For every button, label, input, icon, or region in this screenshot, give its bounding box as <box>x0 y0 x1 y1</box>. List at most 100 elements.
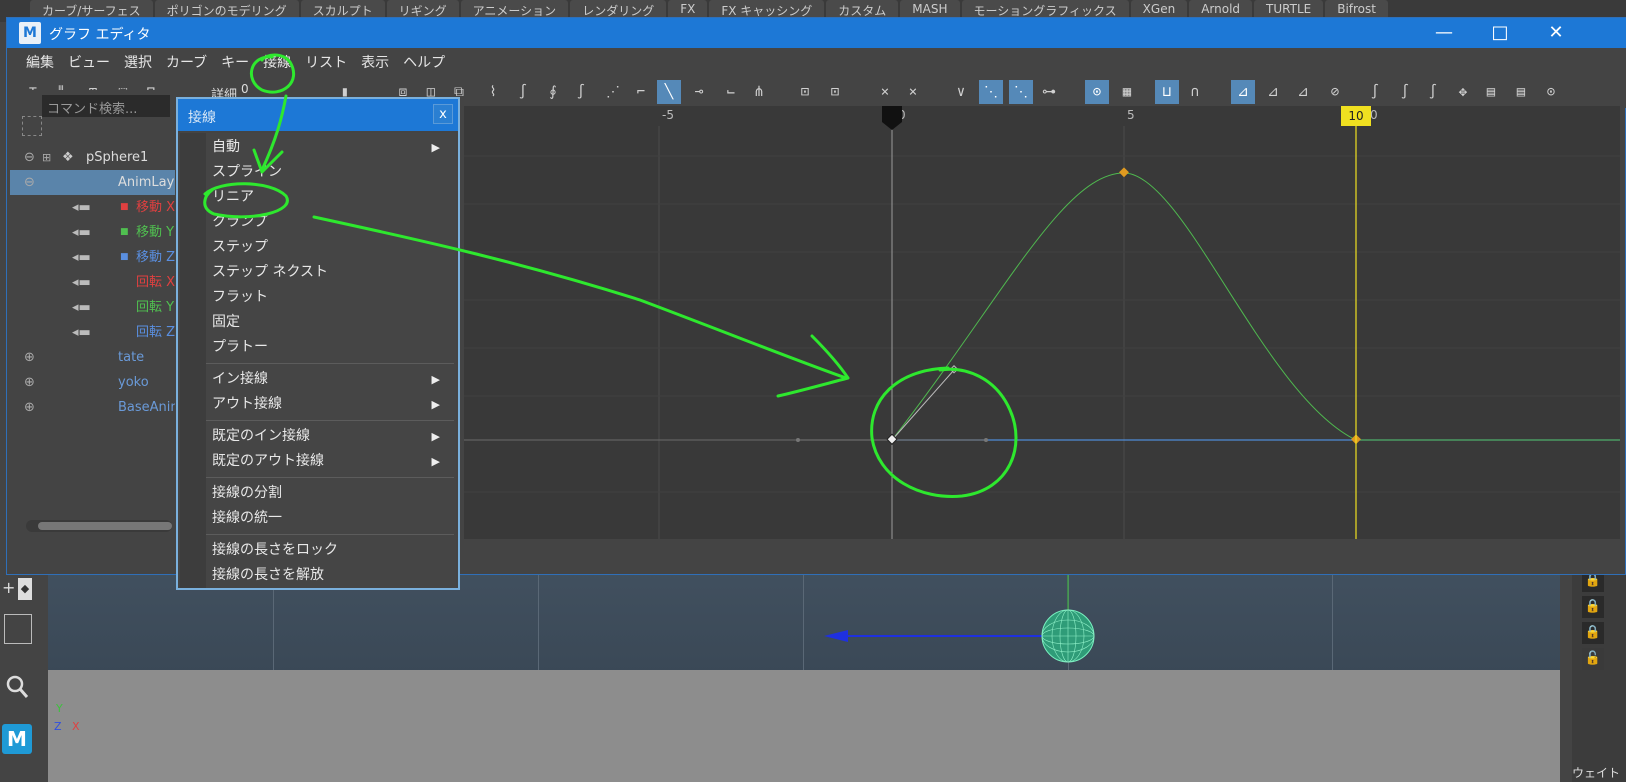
buffer-out-icon[interactable]: ⊡ <box>823 80 847 104</box>
weighted-icon[interactable]: ∨ <box>949 80 973 104</box>
menu-item-clamped[interactable]: クランプ <box>212 210 452 235</box>
menu-item-free-length[interactable]: 接線の長さを解放 <box>212 563 452 588</box>
menu-item-flat[interactable]: フラット <box>212 285 452 310</box>
menu-item-lock-length[interactable]: 接線の長さをロック <box>212 538 452 563</box>
menu-separator <box>206 534 454 535</box>
menu-item-step-next[interactable]: ステップ ネクスト <box>212 260 452 285</box>
buffer-in-icon[interactable]: ⊡ <box>793 80 817 104</box>
window-titlebar[interactable]: M グラフ エディタ — □ ✕ <box>7 18 1626 48</box>
normalize-icon[interactable]: ⊿ <box>1261 80 1285 104</box>
menu-item-default-in[interactable]: 既定のイン接線 ▶ <box>212 424 452 449</box>
menu-item-auto[interactable]: 自動 ▶ <box>212 135 452 160</box>
unlock-tangent-icon[interactable]: ⨯ <box>901 80 925 104</box>
close-button[interactable]: ✕ <box>1531 20 1581 46</box>
stacked-view-icon[interactable]: ⊿ <box>1231 80 1255 104</box>
menu-keys[interactable]: キー <box>214 48 256 74</box>
tangent-clamped-icon[interactable]: ∮ <box>541 80 565 104</box>
menu-item-plateau[interactable]: プラトー <box>212 335 452 360</box>
curve-svg <box>464 106 1620 539</box>
menu-item-in-tangent[interactable]: イン接線 ▶ <box>212 367 452 392</box>
loop-icon[interactable]: ∩ <box>1183 80 1207 104</box>
filter-icon[interactable] <box>22 116 42 136</box>
outliner-icon[interactable] <box>4 614 32 644</box>
weight-label: ウェイト <box>1572 766 1621 780</box>
outliner-row[interactable]: ⊖ AnimLay <box>10 170 175 195</box>
snap-value-icon[interactable]: ⋱ <box>1009 80 1033 104</box>
graph-pin-icon[interactable]: ⊘ <box>1323 80 1347 104</box>
menubar: 編集 ビュー 選択 カーブ キー 接線 リスト 表示 ヘルプ <box>7 48 1626 74</box>
menu-item-label: イン接線 <box>212 371 268 387</box>
channel-box-panel: 🔒 🔒 🔒 🔓 ウェイト <box>1572 560 1626 782</box>
unlock-icon[interactable]: 🔓 <box>1582 648 1604 670</box>
tangent-auto-icon[interactable]: ⌇ <box>481 80 505 104</box>
command-search-input[interactable]: コマンド検索... <box>42 95 170 117</box>
trax-icon[interactable]: ▤ <box>1509 80 1533 104</box>
menu-header[interactable]: 接線 x <box>178 99 458 131</box>
tangent-linear-icon[interactable]: ∫ <box>569 80 593 104</box>
lock-icon[interactable]: 🔒 <box>1582 596 1604 618</box>
lock-tangent-icon[interactable]: ⨯ <box>873 80 897 104</box>
menu-item-fixed[interactable]: 固定 <box>212 310 452 335</box>
snap-icon[interactable]: ⋱ <box>979 80 1003 104</box>
magnet-icon[interactable]: ⊔ <box>1155 80 1179 104</box>
detail-field[interactable]: 0 <box>241 82 249 96</box>
outliner-row[interactable]: ◂▬ 回転 X <box>10 270 175 295</box>
maximize-button[interactable]: □ <box>1475 20 1525 46</box>
menu-item-linear[interactable]: リニア <box>212 185 452 210</box>
outliner-row[interactable]: ◂▬ ■ 移動 Y <box>10 220 175 245</box>
tangent-plateau-icon[interactable]: ╲ <box>657 80 681 104</box>
break-tangent-icon[interactable]: ⊸ <box>687 80 711 104</box>
menu-show[interactable]: 表示 <box>354 48 396 74</box>
menu-item-out-tangent[interactable]: アウト接線 ▶ <box>212 392 452 417</box>
menu-select[interactable]: 選択 <box>117 48 159 74</box>
curve-post-icon[interactable]: ∫ <box>1393 80 1417 104</box>
auto-frame-icon[interactable]: ⊙ <box>1085 80 1109 104</box>
outliner-row[interactable]: ◂▬ 回転 Z <box>10 320 175 345</box>
menu-item-label: 接線の分割 <box>212 485 282 501</box>
outliner-label: BaseAnim <box>118 400 175 415</box>
outliner-row[interactable]: ⊖ ⊞ ❖ pSphere1 <box>10 145 175 170</box>
menu-item-break-tangents[interactable]: 接線の分割 <box>212 481 452 506</box>
menu-close-button[interactable]: x <box>433 104 453 124</box>
submenu-arrow-icon: ▶ <box>431 141 440 154</box>
menu-item-step[interactable]: ステップ <box>212 235 452 260</box>
menu-item-default-out[interactable]: 既定のアウト接線 ▶ <box>212 449 452 474</box>
tangent-flat-icon[interactable]: ⋰ <box>601 80 625 104</box>
camera-sequencer-icon[interactable]: ⊙ <box>1539 80 1563 104</box>
menu-edit[interactable]: 編集 <box>19 48 61 74</box>
menu-tangents[interactable]: 接線 <box>256 48 298 74</box>
tangent-spline-icon[interactable]: ∫ <box>511 80 535 104</box>
outliner-row[interactable]: ◂▬ ■ 移動 Z <box>10 245 175 270</box>
menu-help[interactable]: ヘルプ <box>396 48 452 74</box>
outliner-row[interactable]: ◂▬ 回転 Y <box>10 295 175 320</box>
outliner-row[interactable]: ⊕ BaseAnim <box>10 395 175 420</box>
free-weight-icon[interactable]: ⋔ <box>747 80 771 104</box>
menu-item-spline[interactable]: スプライン <box>212 160 452 185</box>
move-manip-icon[interactable]: ✥ <box>1451 80 1475 104</box>
lock-icon[interactable]: 🔒 <box>1582 622 1604 644</box>
green-curve[interactable] <box>891 172 1620 441</box>
curve-cycle-icon[interactable]: ∫ <box>1421 80 1445 104</box>
plus-icon[interactable]: + <box>2 578 16 600</box>
minimize-button[interactable]: — <box>1419 20 1469 46</box>
outliner-row[interactable]: ◂▬ ■ 移動 X <box>10 195 175 220</box>
absolute-view-icon[interactable]: ⊿ <box>1291 80 1315 104</box>
curve-pre-icon[interactable]: ∫ <box>1363 80 1387 104</box>
menu-list[interactable]: リスト <box>298 48 354 74</box>
key-point[interactable] <box>1119 167 1129 178</box>
tangent-step-icon[interactable]: ⌐ <box>629 80 653 104</box>
menu-item-unify-tangents[interactable]: 接線の統一 <box>212 506 452 531</box>
move-arrow-icon[interactable] <box>824 630 848 642</box>
unify-tangent-icon[interactable]: ⌙ <box>719 80 743 104</box>
lock-key-icon[interactable]: ⊶ <box>1037 80 1061 104</box>
dope-sheet-icon[interactable]: ▤ <box>1479 80 1503 104</box>
outliner-row[interactable]: ⊕ yoko <box>10 370 175 395</box>
tangent-handle[interactable] <box>891 369 955 441</box>
menu-curves[interactable]: カーブ <box>159 48 214 74</box>
pre-infinity-icon[interactable]: ▦ <box>1115 80 1139 104</box>
search-icon[interactable] <box>4 672 30 702</box>
outliner-row[interactable]: ⊕ tate <box>10 345 175 370</box>
menu-view[interactable]: ビュー <box>61 48 117 74</box>
diamond-icon[interactable]: ◆ <box>18 578 32 600</box>
outliner-scrollbar[interactable] <box>26 520 172 532</box>
